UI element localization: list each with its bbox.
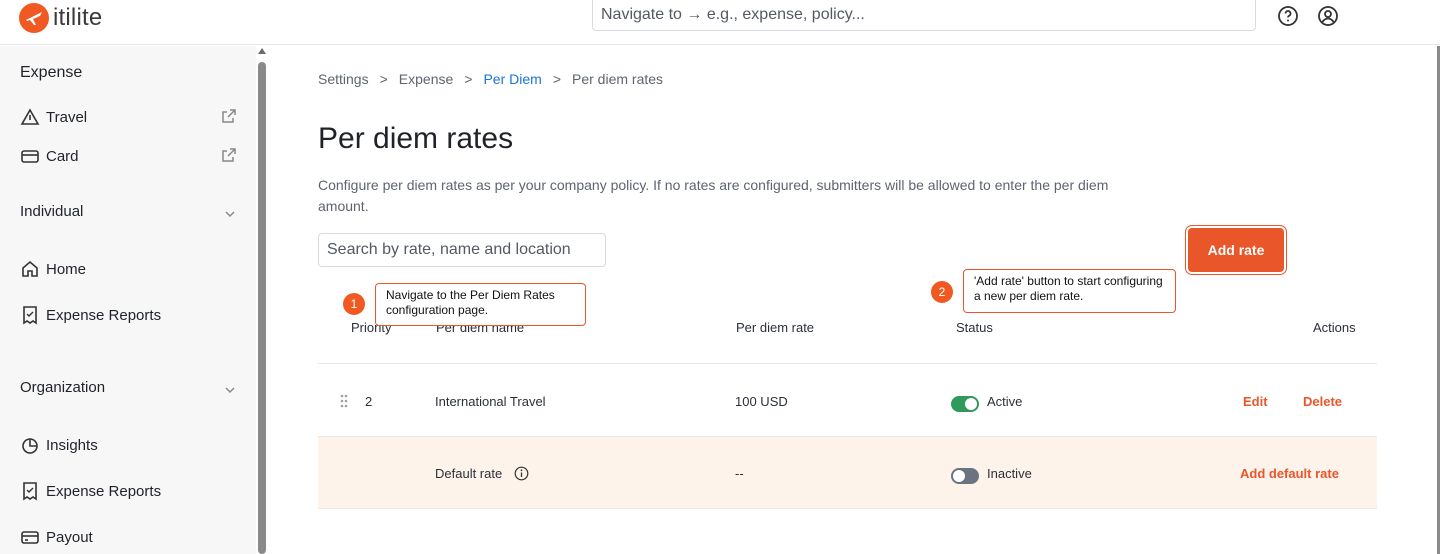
external-link-icon[interactable] [220,107,238,125]
receipt-icon [23,306,37,325]
home-icon [22,260,38,277]
table-divider [318,508,1377,509]
chevron-down-icon[interactable] [222,382,238,398]
toggle-knob [965,398,977,410]
sidebar-item-label: Expense Reports [46,306,162,324]
status-toggle-inactive[interactable] [951,468,979,484]
column-header-actions: Actions [1313,320,1356,335]
sidebar-item-label: Home [46,260,87,278]
breadcrumb-separator: > [464,71,473,87]
receipt-icon [23,482,37,501]
breadcrumb-separator: > [379,71,388,87]
global-search-input[interactable]: Navigate to → e.g., expense, policy... [592,0,1256,31]
callout-add-rate: 'Add rate' button to start configuring a… [963,269,1176,313]
pie-chart-icon [22,438,38,454]
edit-link[interactable]: Edit [1243,394,1268,409]
column-header-status: Status [956,320,993,335]
row-priority: 2 [365,394,373,409]
breadcrumb-separator: > [552,71,561,87]
callout-number-badge: 1 [343,293,365,315]
toggle-knob [953,470,965,482]
status-toggle-active[interactable] [951,396,979,412]
callout-number-badge: 2 [931,281,953,303]
column-header-rate: Per diem rate [736,320,815,335]
brand-logo[interactable]: itilite [19,3,102,33]
page-description: Configure per diem rates as per your com… [318,177,1109,214]
drag-handle-icon[interactable] [340,394,348,408]
breadcrumb-expense[interactable]: Expense [399,71,453,87]
sidebar-item-label: Insights [46,436,98,454]
table-divider [318,363,1377,364]
brand-name: itilite [53,4,103,31]
breadcrumb-per-diem[interactable]: Per Diem [483,71,541,87]
sidebar-item-org-expense-reports[interactable]: Expense Reports [20,481,161,501]
breadcrumb: Settings > Expense > Per Diem > Per diem… [318,71,663,87]
callout-navigate: Navigate to the Per Diem Rates configura… [375,283,586,326]
sidebar-item-label: Card [46,147,79,165]
row-status: Active [987,394,1023,409]
card-icon [21,150,39,163]
sidebar-item-label: Payout [46,528,93,546]
sidebar-item-home[interactable]: Home [20,259,86,279]
rate-search-input[interactable]: Search by rate, name and location [318,233,606,267]
help-icon[interactable] [1277,5,1299,27]
row-name: International Travel [435,394,546,409]
delete-link[interactable]: Delete [1303,394,1342,409]
external-link-icon[interactable] [220,146,238,164]
info-icon[interactable] [514,466,529,481]
sidebar-item-payout[interactable]: Payout [20,527,93,547]
triangle-icon [20,108,40,125]
sidebar-item-expense-reports[interactable]: Expense Reports [20,305,161,325]
wallet-icon [21,531,39,544]
add-rate-button[interactable]: Add rate [1188,228,1284,272]
sidebar-item-label: Expense Reports [46,482,162,500]
default-row-name: Default rate [435,466,503,481]
airplane-icon [19,3,49,33]
sidebar-item-card[interactable]: Card [20,146,79,166]
sidebar-item-travel[interactable]: Travel [20,107,87,127]
row-rate: 100 USD [735,394,788,409]
default-row-status: Inactive [987,466,1032,481]
default-row-rate: -- [735,466,744,481]
page-title: Per diem rates [318,122,514,155]
sidebar-scroll-thumb[interactable] [258,62,266,554]
sidebar-item-label: Travel [46,108,88,126]
sidebar-section-organization[interactable]: Organization [20,379,105,396]
sidebar-item-insights[interactable]: Insights [20,435,98,455]
add-default-rate-link[interactable]: Add default rate [1240,466,1339,481]
chevron-down-icon[interactable] [222,206,238,222]
breadcrumb-current: Per diem rates [572,71,664,87]
sidebar-heading: Expense [20,64,83,81]
top-bar: itilite Navigate to → e.g., expense, pol… [0,0,1440,45]
sidebar-section-individual[interactable]: Individual [20,203,83,220]
user-profile-icon[interactable] [1317,5,1339,27]
scroll-up-arrow-icon[interactable] [258,48,266,54]
breadcrumb-settings[interactable]: Settings [318,71,369,87]
